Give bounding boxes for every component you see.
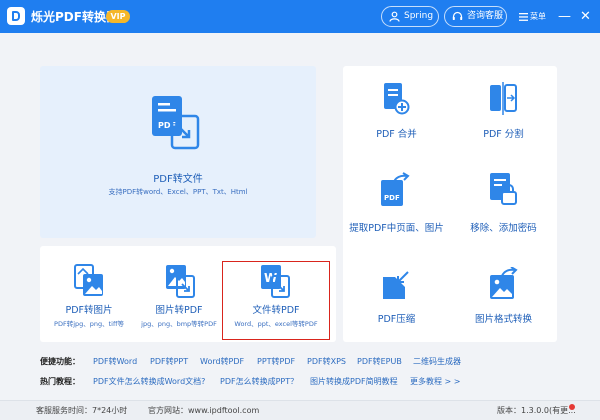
menu-label: 菜单 — [530, 12, 546, 21]
pdf-compress-label: PDF压缩 — [377, 314, 416, 325]
headset-icon — [452, 11, 463, 20]
vip-badge[interactable]: VIP — [106, 10, 130, 23]
svg-text:PDF: PDF — [158, 121, 176, 130]
tutorial-link-pdf-to-word[interactable]: PDF文件怎么转换成Word文档? — [93, 375, 205, 389]
extract-icon: PDF — [381, 172, 410, 206]
lock-document-icon — [490, 173, 517, 205]
user-account-button[interactable]: Spring — [381, 6, 439, 27]
quick-link-pdf-to-word[interactable]: PDF转Word — [93, 355, 137, 369]
tutorials-row: 热门教程： PDF文件怎么转换成Word文档? PDF怎么转换成PPT？ 图片转… — [40, 375, 560, 389]
compress-icon — [383, 271, 409, 299]
official-website[interactable]: 官方网站：www.ipdftool.com — [148, 401, 259, 420]
more-tutorials-link[interactable]: 更多教程 > > — [410, 375, 461, 389]
title-bar: 烁光PDF转换器 VIP Spring 咨询客服 菜单 — ✕ — [0, 0, 600, 33]
quick-links-label: 便捷功能： — [40, 357, 80, 366]
version-info[interactable]: 版本：1.3.0.0(有更... — [497, 401, 576, 420]
customer-service-label: 咨询客服 — [467, 11, 504, 21]
quick-link-word-to-pdf[interactable]: Word转PDF — [200, 355, 244, 369]
quick-link-pdf-to-ppt[interactable]: PDF转PPT — [150, 355, 188, 369]
close-button[interactable]: ✕ — [578, 9, 593, 24]
merge-icon — [384, 83, 410, 115]
image-to-pdf-card[interactable]: 图片转PDF jpg、png、bmp等转PDF — [134, 256, 224, 336]
image-format-label: 图片格式转换 — [474, 314, 532, 325]
service-hours: 客服服务时间：7*24小时 — [36, 406, 128, 415]
quick-link-qr-generator[interactable]: 二维码生成器 — [413, 355, 461, 369]
pdf-to-image-card[interactable]: PDF转图片 PDF转jpg、png、tiff等 — [44, 256, 134, 336]
svg-text:PDF: PDF — [384, 194, 400, 202]
pdf-split-card[interactable]: PDF 分割 — [450, 70, 557, 158]
split-icon — [490, 82, 517, 115]
status-bar: 客服服务时间：7*24小时 官方网站：www.ipdftool.com 版本：1… — [0, 400, 600, 420]
image-to-pdf-title: 图片转PDF — [155, 305, 203, 316]
pdf-to-image-icon — [74, 264, 103, 296]
password-label: 移除、添加密码 — [470, 223, 537, 234]
image-convert-icon — [490, 267, 518, 299]
pdf-merge-card[interactable]: PDF 合并 — [343, 70, 450, 158]
extract-pages-card[interactable]: PDF 提取PDF中页面、图片 — [343, 160, 450, 248]
tutorial-link-pdf-to-ppt[interactable]: PDF怎么转换成PPT？ — [220, 375, 298, 389]
pdf-to-file-title: PDF转文件 — [153, 174, 203, 185]
hamburger-icon — [519, 13, 528, 21]
image-format-card[interactable]: 图片格式转换 — [450, 255, 557, 342]
pdf-to-file-icon: PDF — [152, 96, 200, 150]
minimize-button[interactable]: — — [557, 9, 572, 24]
user-name: Spring — [404, 11, 434, 21]
quick-link-ppt-to-pdf[interactable]: PPT转PDF — [257, 355, 295, 369]
customer-service-button[interactable]: 咨询客服 — [444, 6, 507, 27]
quick-link-pdf-to-xps[interactable]: PDF转XPS — [307, 355, 346, 369]
selection-highlight — [222, 261, 330, 340]
quick-link-pdf-to-epub[interactable]: PDF转EPUB — [357, 355, 402, 369]
pdf-split-label: PDF 分割 — [483, 129, 524, 140]
pdf-to-file-card[interactable]: PDF PDF转文件 支持PDF转word、Excel、PPT、Txt、Html — [40, 66, 316, 238]
app-title: 烁光PDF转换器 — [31, 10, 118, 24]
user-icon — [389, 11, 400, 22]
tutorial-link-image-to-pdf[interactable]: 图片转换成PDF简明教程 — [310, 375, 398, 389]
pdf-merge-label: PDF 合并 — [376, 129, 417, 140]
pdf-to-image-title: PDF转图片 — [65, 305, 113, 316]
menu-button[interactable]: 菜单 — [519, 10, 551, 24]
image-to-pdf-subtitle: jpg、png、bmp等转PDF — [141, 320, 217, 328]
pdf-to-image-subtitle: PDF转jpg、png、tiff等 — [54, 320, 124, 328]
quick-links-row: 便捷功能： PDF转Word PDF转PPT Word转PDF PPT转PDF … — [40, 355, 560, 369]
password-card[interactable]: 移除、添加密码 — [450, 160, 557, 248]
app-logo-icon — [7, 7, 25, 25]
extract-pages-label: 提取PDF中页面、图片 — [349, 223, 444, 234]
image-to-pdf-icon — [166, 265, 195, 298]
pdf-to-file-subtitle: 支持PDF转word、Excel、PPT、Txt、Html — [108, 188, 248, 196]
update-notification-dot — [569, 404, 575, 410]
pdf-compress-card[interactable]: PDF压缩 — [343, 255, 450, 342]
tutorials-label: 热门教程： — [40, 377, 80, 386]
